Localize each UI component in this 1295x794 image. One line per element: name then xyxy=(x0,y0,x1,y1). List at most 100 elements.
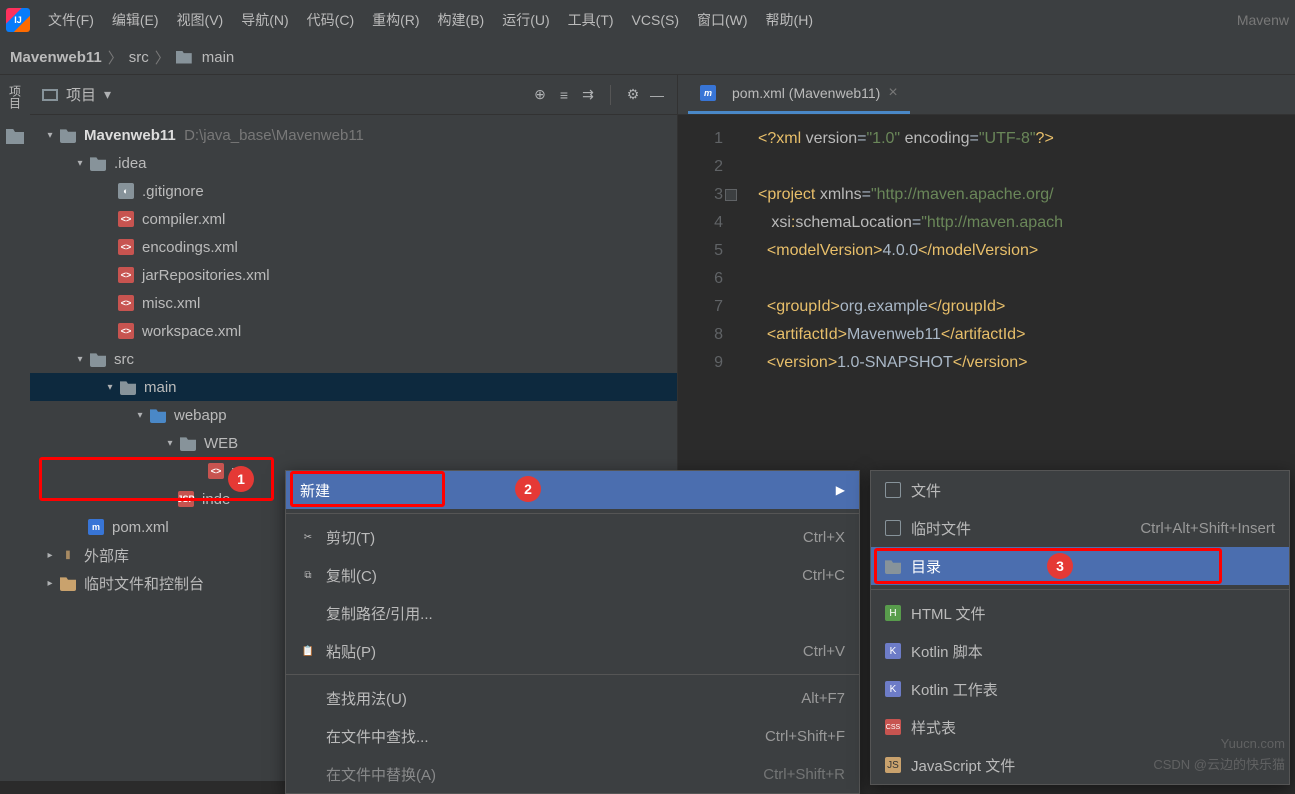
tree-main[interactable]: ▾ main xyxy=(30,373,677,401)
ctx-copy[interactable]: ⧉ 复制(C) Ctrl+C xyxy=(286,556,859,594)
tree-path: D:\java_base\Mavenweb11 xyxy=(184,127,364,144)
ctx-cut[interactable]: ✂ 剪切(T) Ctrl+X xyxy=(286,518,859,556)
ctx-copy-path[interactable]: 复制路径/引用... xyxy=(286,594,859,632)
xml-icon: <> xyxy=(118,267,134,283)
menu-build[interactable]: 构建(B) xyxy=(438,10,485,30)
expand-icon[interactable]: ≡ xyxy=(556,87,572,103)
tree-label: src xyxy=(114,351,134,368)
xml-icon: <> xyxy=(118,211,134,227)
tab-pom[interactable]: m pom.xml (Mavenweb11) × xyxy=(688,75,910,114)
chevron-down-icon[interactable]: ▾ xyxy=(74,158,86,169)
tree-file[interactable]: <>misc.xml xyxy=(30,289,677,317)
ctx-new-directory[interactable]: 目录 xyxy=(871,547,1289,585)
menu-file[interactable]: 文件(F) xyxy=(48,10,94,30)
kotlin-icon: K xyxy=(885,681,901,697)
tree-file[interactable]: <>compiler.xml xyxy=(30,205,677,233)
tree-root[interactable]: ▾ Mavenweb11 D:\java_base\Mavenweb11 xyxy=(30,121,677,149)
chevron-right-icon[interactable]: ▸ xyxy=(44,550,56,561)
ctx-label: 样式表 xyxy=(911,717,956,738)
tree-file[interactable]: <>workspace.xml xyxy=(30,317,677,345)
ctx-new[interactable]: 新建 ▶ xyxy=(286,471,859,509)
ctx-new-html[interactable]: H HTML 文件 xyxy=(871,594,1289,632)
minimize-icon[interactable]: — xyxy=(649,87,665,103)
shortcut: Ctrl+V xyxy=(803,643,845,660)
annotation-badge-1: 1 xyxy=(228,466,254,492)
ctx-label: 在文件中替换(A) xyxy=(326,764,436,785)
cut-icon: ✂ xyxy=(300,529,316,545)
tree-file[interactable]: ◐.gitignore xyxy=(30,177,677,205)
ctx-label: 新建 xyxy=(300,480,330,501)
menu-code[interactable]: 代码(C) xyxy=(307,10,354,30)
menu-refactor[interactable]: 重构(R) xyxy=(372,10,419,30)
xml-icon: <> xyxy=(118,323,134,339)
chevron-down-icon[interactable]: ▾ xyxy=(74,354,86,365)
ctx-paste[interactable]: 📋 粘贴(P) Ctrl+V xyxy=(286,632,859,670)
breadcrumb-src[interactable]: src xyxy=(129,49,149,66)
breadcrumb-main[interactable]: main xyxy=(202,49,235,66)
ctx-replace-in-files[interactable]: 在文件中替换(A) Ctrl+Shift+R xyxy=(286,755,859,793)
window-icon xyxy=(42,89,58,101)
menu-run[interactable]: 运行(U) xyxy=(502,10,549,30)
collapse-icon[interactable]: ⇉ xyxy=(580,87,596,103)
ctx-new-kotlin-script[interactable]: K Kotlin 脚本 xyxy=(871,632,1289,670)
context-menu[interactable]: 新建 ▶ ✂ 剪切(T) Ctrl+X ⧉ 复制(C) Ctrl+C 复制路径/… xyxy=(285,470,860,794)
menu-navigate[interactable]: 导航(N) xyxy=(241,10,288,30)
ctx-label: Kotlin 脚本 xyxy=(911,641,983,662)
editor-tabs: m pom.xml (Mavenweb11) × xyxy=(678,75,1295,115)
breadcrumb: Mavenweb11 〉 src 〉 main xyxy=(0,40,1295,75)
scratch-icon xyxy=(885,520,901,536)
maven-tool-label[interactable]: Mavenw xyxy=(1237,12,1289,28)
ctx-label: 临时文件 xyxy=(911,518,971,539)
copy-icon: ⧉ xyxy=(300,567,316,583)
tab-label: pom.xml (Mavenweb11) xyxy=(732,85,880,101)
close-icon[interactable]: × xyxy=(888,84,897,102)
ctx-label: 复制路径/引用... xyxy=(326,603,433,624)
menu-vcs[interactable]: VCS(S) xyxy=(632,12,679,28)
js-icon: JS xyxy=(885,757,901,773)
tree-file[interactable]: <>encodings.xml xyxy=(30,233,677,261)
dropdown-icon[interactable]: ▾ xyxy=(104,86,111,103)
project-tool-button[interactable]: 项目 xyxy=(7,85,24,109)
module-icon xyxy=(60,127,76,143)
menu-help[interactable]: 帮助(H) xyxy=(766,10,813,30)
maven-icon: m xyxy=(88,519,104,535)
chevron-down-icon[interactable]: ▾ xyxy=(164,438,176,449)
gear-icon[interactable]: ⚙ xyxy=(625,87,641,103)
folder-icon xyxy=(885,558,901,574)
tree-label: webapp xyxy=(174,407,227,424)
menu-edit[interactable]: 编辑(E) xyxy=(112,10,159,30)
maven-icon: m xyxy=(700,85,716,101)
tree-src[interactable]: ▾ src xyxy=(30,345,677,373)
ctx-new-file[interactable]: 文件 xyxy=(871,471,1289,509)
tree-idea[interactable]: ▾ .idea xyxy=(30,149,677,177)
ctx-new-scratch[interactable]: 临时文件 Ctrl+Alt+Shift+Insert xyxy=(871,509,1289,547)
menu-window[interactable]: 窗口(W) xyxy=(697,10,748,30)
ctx-find-in-files[interactable]: 在文件中查找... Ctrl+Shift+F xyxy=(286,717,859,755)
ctx-find-usage[interactable]: 查找用法(U) Alt+F7 xyxy=(286,679,859,717)
tree-label: .gitignore xyxy=(142,183,204,200)
xml-icon: <> xyxy=(118,295,134,311)
tree-label: main xyxy=(144,379,177,396)
tree-label: Mavenweb11 xyxy=(84,127,176,144)
locate-icon[interactable]: ⊕ xyxy=(532,87,548,103)
folder-icon[interactable] xyxy=(6,129,24,144)
tree-webapp[interactable]: ▾ webapp xyxy=(30,401,677,429)
xml-icon: <> xyxy=(118,239,134,255)
chevron-right-icon[interactable]: ▸ xyxy=(44,578,56,589)
chevron-down-icon[interactable]: ▾ xyxy=(104,382,116,393)
html-icon: H xyxy=(885,605,901,621)
folder-icon xyxy=(176,51,192,64)
breadcrumb-project[interactable]: Mavenweb11 xyxy=(10,49,102,66)
ctx-new-kotlin-ws[interactable]: K Kotlin 工作表 xyxy=(871,670,1289,708)
tree-webinf[interactable]: ▾ WEB xyxy=(30,429,677,457)
watermark: Yuucn.com xyxy=(1221,736,1285,751)
chevron-down-icon[interactable]: ▾ xyxy=(134,410,146,421)
tree-file[interactable]: <>jarRepositories.xml xyxy=(30,261,677,289)
menu-view[interactable]: 视图(V) xyxy=(177,10,224,30)
tree-label: 临时文件和控制台 xyxy=(84,573,204,594)
menu-tools[interactable]: 工具(T) xyxy=(568,10,614,30)
chevron-right-icon: 〉 xyxy=(108,47,123,68)
chevron-down-icon[interactable]: ▾ xyxy=(44,130,56,141)
xml-icon: <> xyxy=(208,463,224,479)
shortcut: Ctrl+X xyxy=(803,529,845,546)
